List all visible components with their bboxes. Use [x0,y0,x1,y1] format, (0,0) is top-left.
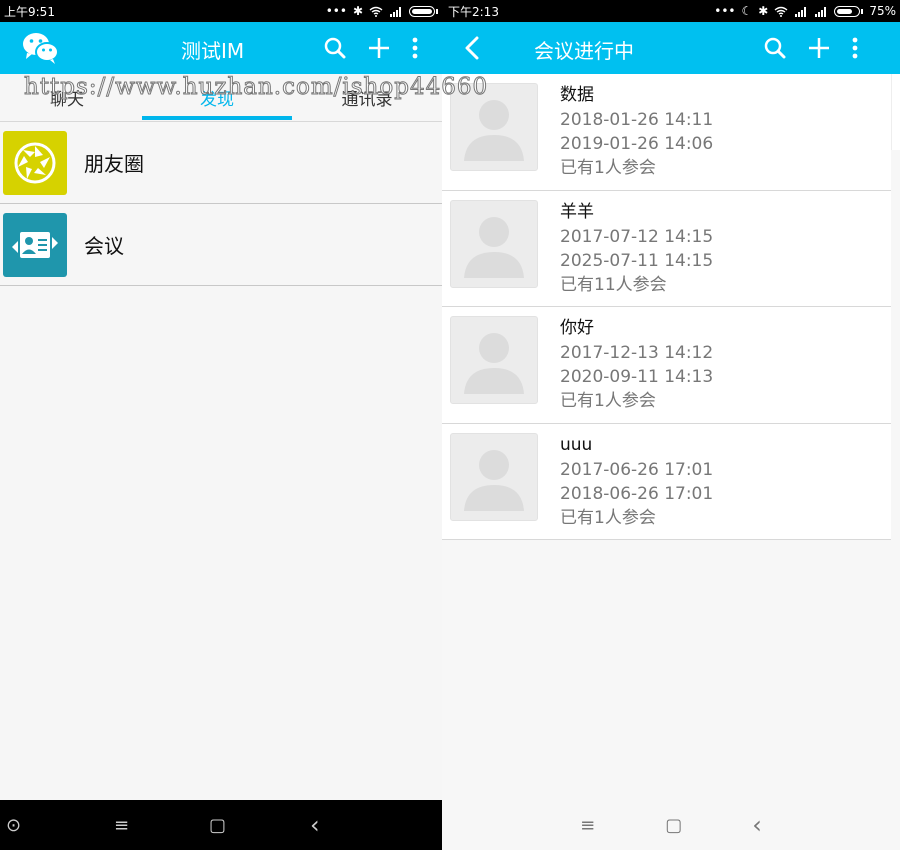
wifi-icon [774,6,788,17]
search-icon[interactable] [764,37,786,59]
meeting-item[interactable]: 你好 2017-12-13 14:12 2020-09-11 14:13 已有1… [442,307,891,424]
meeting-attendees: 已有11人参会 [560,274,667,295]
status-dots: ••• [714,4,736,18]
plus-icon[interactable] [808,37,830,59]
meeting-end: 2025-07-11 14:15 [560,250,714,271]
signal-icon [795,6,807,17]
status-bar: 下午2:13 ••• ☾ ✱ 75% [442,0,900,22]
meeting-name: 羊羊 [560,201,594,222]
tab-contacts[interactable]: 通讯录 [292,74,442,120]
meeting-end: 2018-06-26 17:01 [560,483,714,504]
meeting-list: 数据 2018-01-26 14:11 2019-01-26 14:06 已有1… [442,74,891,540]
menu-button[interactable]: ≡ [580,815,595,836]
more-vertical-icon[interactable] [852,37,858,59]
battery-percent: 75% [869,4,896,18]
app-title: 会议进行中 [534,39,634,63]
back-button[interactable]: ‹ [752,811,762,839]
status-icons: ••• ✱ [326,4,438,18]
overview-button[interactable]: ▢ [209,815,226,836]
search-icon[interactable] [324,37,346,59]
discover-item-label: 会议 [84,234,124,258]
tab-bar: 聊天 发现 通讯录 [0,74,442,122]
status-dots: ••• [325,4,347,18]
default-avatar-icon [450,199,538,288]
system-nav-bar: ⊙ ≡ ▢ ‹ [0,800,442,850]
wifi-icon [369,6,383,17]
meeting-item[interactable]: uuu 2017-06-26 17:01 2018-06-26 17:01 已有… [442,424,891,540]
meeting-start: 2017-12-13 14:12 [560,343,714,363]
app-title: 测试IM [181,39,245,63]
meeting-item[interactable]: 羊羊 2017-07-12 14:15 2025-07-11 14:15 已有1… [442,191,891,307]
meeting-name: 数据 [560,85,594,105]
meeting-name: 你好 [560,318,594,338]
plus-icon[interactable] [368,37,390,59]
default-avatar-icon [450,83,538,171]
meeting-start: 2017-06-26 17:01 [560,459,714,480]
meeting-name: uuu [560,434,593,455]
battery-icon [834,5,861,17]
meeting-end: 2020-09-11 14:13 [560,367,714,387]
moon-icon: ☾ [741,4,753,18]
status-icons: ••• ☾ ✱ 75% [714,4,896,18]
meeting-attendees: 已有1人参会 [560,158,656,178]
meetings-screen: 下午2:13 ••• ☾ ✱ 75% 会议进行中 数据 2018-01-26 1… [442,0,900,850]
back-button[interactable]: ‹ [310,811,320,839]
tab-indicator [142,116,292,120]
menu-button[interactable]: ≡ [114,815,129,836]
meeting-start: 2018-01-26 14:11 [560,110,714,130]
back-arrow-icon[interactable] [464,36,480,60]
status-time: 上午9:51 [4,4,55,19]
status-bar: 上午9:51 ••• ✱ [0,0,442,22]
bluetooth-icon: ✱ [352,4,363,18]
tab-chat[interactable]: 聊天 [0,74,142,120]
meeting-start: 2017-07-12 14:15 [560,226,714,247]
discover-item-moments[interactable]: 朋友圈 [0,122,442,204]
camera-aperture-icon [3,130,67,195]
meeting-item[interactable]: 数据 2018-01-26 14:11 2019-01-26 14:06 已有1… [442,74,891,191]
meeting-end: 2019-01-26 14:06 [560,134,714,154]
home-circle-button[interactable]: ⊙ [6,815,21,836]
discover-screen: 上午9:51 ••• ✱ 测试IM 聊天 发现 通讯录 朋友圈 会议 ⊙ ≡ ▢… [0,0,442,850]
wechat-icon[interactable] [22,31,60,65]
signal-icon [390,6,401,17]
system-nav-bar: ≡ ▢ ‹ [442,800,900,850]
battery-icon [409,5,435,17]
discover-item-label: 朋友圈 [84,152,144,176]
default-avatar-icon [450,316,538,404]
discover-item-meeting[interactable]: 会议 [0,204,442,286]
meeting-card-icon [3,212,67,277]
bluetooth-icon: ✱ [758,4,769,18]
default-avatar-icon [450,432,538,521]
app-bar: 会议进行中 [442,22,900,74]
overview-button[interactable]: ▢ [665,815,682,836]
meeting-attendees: 已有1人参会 [560,391,656,411]
scrollbar[interactable] [891,74,900,150]
signal-icon-2 [815,6,827,17]
meeting-attendees: 已有1人参会 [560,507,656,528]
tab-discover[interactable]: 发现 [142,74,292,120]
app-bar: 测试IM [0,22,442,74]
status-time: 下午2:13 [448,4,499,19]
more-vertical-icon[interactable] [412,37,418,59]
